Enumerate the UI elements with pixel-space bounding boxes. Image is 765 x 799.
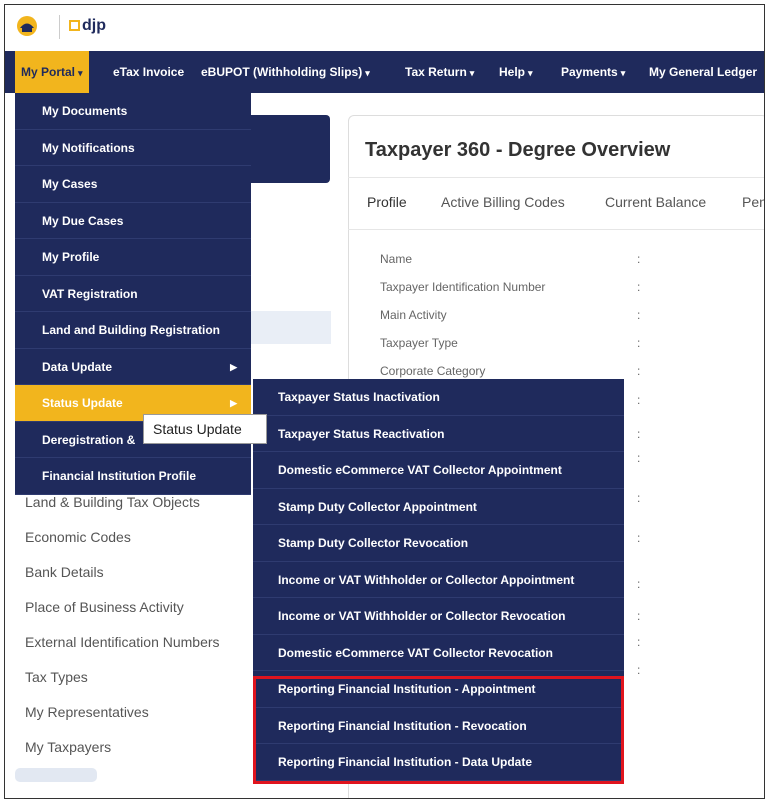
field-colon: : — [637, 531, 641, 545]
submenu-item-withholder-collector-appointment[interactable]: Income or VAT Withholder or Collector Ap… — [253, 562, 624, 598]
app-window: djp My Portal ▾ eTax Invoice eBUPOT (With… — [4, 4, 765, 799]
highlight-annotation-box — [253, 676, 624, 784]
main-navbar: My Portal ▾ eTax Invoice eBUPOT (Withhold… — [5, 51, 764, 93]
tab-profile[interactable]: Profile — [367, 194, 407, 210]
submenu-item-ecommerce-vat-collector-revocation[interactable]: Domestic eCommerce VAT Collector Revocat… — [253, 635, 624, 671]
submenu-item-taxpayer-status-inactivation[interactable]: Taxpayer Status Inactivation — [253, 379, 624, 416]
chevron-down-icon: ▾ — [469, 68, 475, 78]
menu-item-data-update[interactable]: Data Update ▶ — [15, 349, 251, 385]
menu-item-my-cases[interactable]: My Cases — [15, 166, 251, 203]
djp-logo[interactable]: djp — [69, 17, 106, 35]
left-menu-item[interactable]: My Representatives — [15, 695, 251, 730]
card-divider — [348, 177, 764, 178]
field-colon: : — [637, 491, 641, 505]
left-menu: Land & Building Tax Objects Economic Cod… — [15, 485, 251, 765]
left-panel-selected-row — [251, 311, 331, 344]
menu-item-financial-institution-profile[interactable]: Financial Institution Profile — [15, 458, 251, 495]
chevron-down-icon: ▾ — [78, 68, 83, 78]
field-label-taxpayer-type: Taxpayer Type — [380, 336, 458, 350]
chevron-down-icon: ▾ — [620, 68, 626, 78]
caret-right-icon: ▶ — [230, 361, 237, 372]
menu-item-my-documents[interactable]: My Documents — [15, 93, 251, 130]
submenu-item-withholder-collector-revocation[interactable]: Income or VAT Withholder or Collector Re… — [253, 598, 624, 635]
page-title: Taxpayer 360 - Degree Overview — [365, 139, 671, 161]
field-label-name: Name — [380, 252, 413, 266]
field-colon: : — [637, 577, 641, 591]
field-colon: : — [637, 635, 641, 649]
menu-item-vat-registration[interactable]: VAT Registration — [15, 276, 251, 312]
nav-payments[interactable]: Payments ▾ — [561, 51, 625, 93]
field-colon: : — [637, 308, 641, 322]
submenu-item-stamp-duty-collector-revocation[interactable]: Stamp Duty Collector Revocation — [253, 525, 624, 562]
field-colon: : — [637, 280, 641, 294]
djp-logo-mark-icon — [69, 20, 80, 31]
field-colon: : — [637, 451, 641, 465]
nav-my-portal[interactable]: My Portal ▾ — [15, 51, 89, 93]
field-colon: : — [637, 252, 641, 266]
tab-active-billing-codes[interactable]: Active Billing Codes — [441, 194, 565, 210]
logo-divider — [59, 15, 60, 39]
left-menu-item[interactable]: Bank Details — [15, 555, 251, 590]
left-menu-item[interactable]: My Taxpayers — [15, 730, 251, 765]
submenu-item-taxpayer-status-reactivation[interactable]: Taxpayer Status Reactivation — [253, 416, 624, 452]
field-colon: : — [637, 427, 641, 441]
submenu-item-stamp-duty-collector-appointment[interactable]: Stamp Duty Collector Appointment — [253, 489, 624, 525]
field-colon: : — [637, 663, 641, 677]
nav-help[interactable]: Help ▾ — [499, 51, 533, 93]
nav-my-general-ledger[interactable]: My General Ledger — [649, 51, 757, 93]
left-menu-item[interactable]: External Identification Numbers — [15, 625, 251, 660]
left-menu-item[interactable]: Place of Business Activity — [15, 590, 251, 625]
field-colon: : — [637, 609, 641, 623]
menu-item-my-profile[interactable]: My Profile — [15, 239, 251, 276]
left-menu-item[interactable]: Economic Codes — [15, 520, 251, 555]
menu-item-my-notifications[interactable]: My Notifications — [15, 130, 251, 166]
tab-pen[interactable]: Pen — [742, 194, 764, 210]
top-header: djp — [5, 5, 764, 51]
field-label-main-activity: Main Activity — [380, 308, 447, 322]
field-colon: : — [637, 364, 641, 378]
submenu-item-ecommerce-vat-collector-appointment[interactable]: Domestic eCommerce VAT Collector Appoint… — [253, 452, 624, 489]
menu-item-land-building-registration[interactable]: Land and Building Registration — [15, 312, 251, 349]
field-label-tin: Taxpayer Identification Number — [380, 280, 546, 294]
field-colon: : — [637, 336, 641, 350]
left-menu-item[interactable]: Tax Types — [15, 660, 251, 695]
nav-tax-return[interactable]: Tax Return ▾ — [405, 51, 474, 93]
nav-ebupot[interactable]: eBUPOT (Withholding Slips) ▾ — [201, 51, 370, 93]
tab-divider — [348, 229, 764, 230]
nav-etax-invoice[interactable]: eTax Invoice — [113, 51, 184, 93]
ministry-emblem-icon — [17, 16, 37, 36]
tab-current-balance[interactable]: Current Balance — [605, 194, 706, 210]
chevron-down-icon: ▾ — [365, 68, 370, 78]
field-colon: : — [637, 393, 641, 407]
status-update-tooltip: Status Update — [143, 414, 267, 444]
field-label-corporate-category: Corporate Category — [380, 364, 486, 378]
chevron-down-icon: ▾ — [528, 68, 533, 78]
menu-item-my-due-cases[interactable]: My Due Cases — [15, 203, 251, 239]
left-menu-scroll-pill — [15, 768, 97, 782]
